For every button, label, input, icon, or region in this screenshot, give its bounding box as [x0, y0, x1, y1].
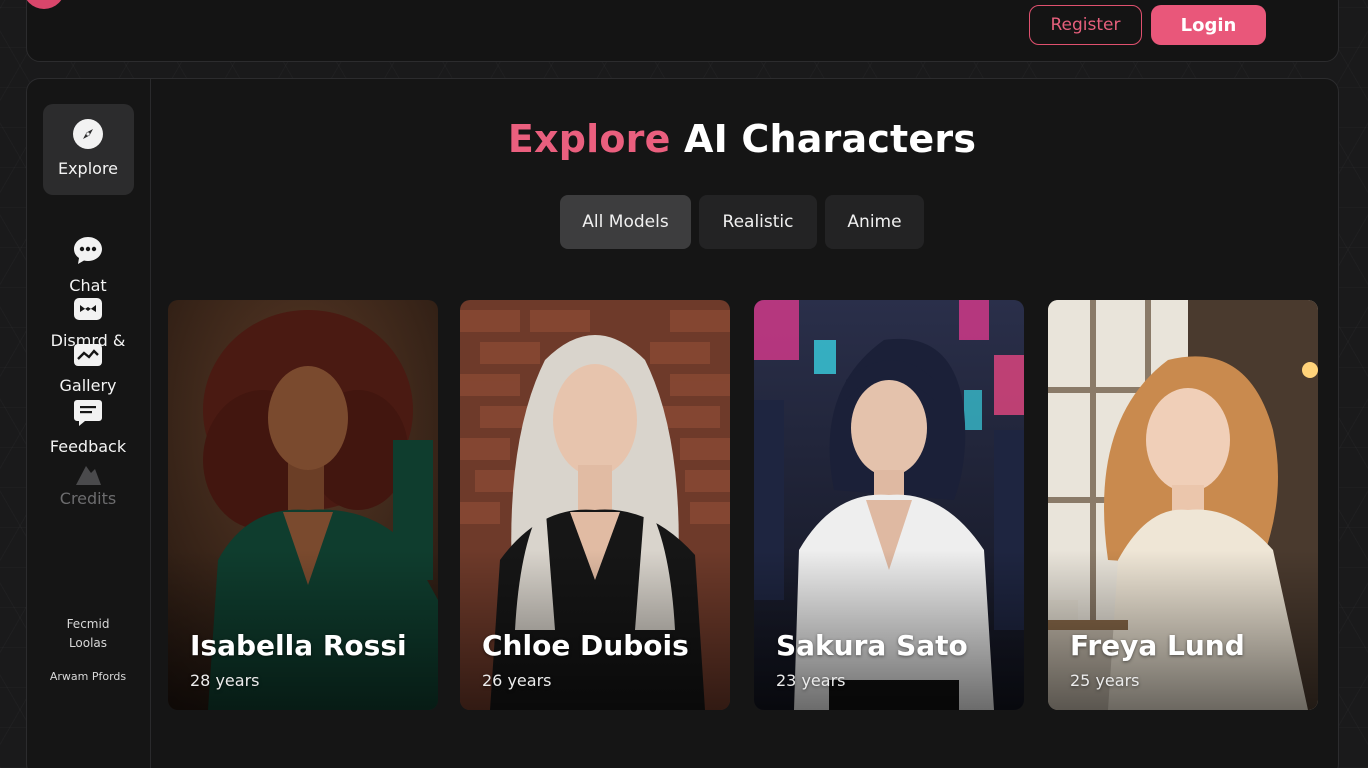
chat-bubble-icon	[72, 235, 104, 267]
tab-realistic[interactable]: Realistic	[699, 195, 817, 249]
sidebar-item-label: Explore	[57, 159, 119, 178]
character-age: 23 years	[776, 671, 846, 690]
tab-anime[interactable]: Anime	[825, 195, 924, 249]
sidebar-item-explore[interactable]: Explore	[43, 104, 134, 195]
footer-link[interactable]: Arwam Pfords	[27, 670, 149, 683]
character-age: 25 years	[1070, 671, 1140, 690]
character-name: Freya Lund	[1070, 629, 1245, 662]
sidebar: Explore Chat Dismrd & Gallery Feedback C…	[27, 79, 151, 768]
credits-icon	[72, 459, 104, 491]
character-name: Chloe Dubois	[482, 629, 689, 662]
sidebar-item-label: Feedback	[49, 437, 127, 456]
character-card[interactable]: Freya Lund 25 years	[1048, 300, 1318, 710]
footer-link[interactable]: Loolas	[27, 636, 149, 650]
top-header: Register Login	[23, 0, 1339, 62]
sidebar-item-label: Gallery	[59, 376, 117, 395]
page-title: Explore AI Characters	[177, 117, 1307, 161]
character-age: 26 years	[482, 671, 552, 690]
logo[interactable]	[23, 0, 65, 9]
register-button[interactable]: Register	[1029, 5, 1142, 45]
character-card[interactable]: Isabella Rossi 28 years	[168, 300, 438, 710]
character-name: Isabella Rossi	[190, 629, 407, 662]
footer-link[interactable]: Fecmid	[27, 617, 149, 631]
tab-all-models[interactable]: All Models	[560, 195, 691, 249]
main-panel: Explore Chat Dismrd & Gallery Feedback C…	[26, 78, 1339, 768]
character-name: Sakura Sato	[776, 629, 968, 662]
sidebar-item-label: Credits	[59, 489, 117, 508]
character-card[interactable]: Sakura Sato 23 years	[754, 300, 1024, 710]
compass-icon	[72, 118, 104, 150]
page-title-accent: Explore	[507, 117, 671, 161]
discord-icon	[72, 293, 104, 325]
page-title-rest: AI Characters	[683, 117, 977, 161]
login-button[interactable]: Login	[1151, 5, 1266, 45]
message-square-icon	[72, 397, 104, 429]
character-age: 28 years	[190, 671, 260, 690]
image-icon	[72, 339, 104, 371]
character-card[interactable]: Chloe Dubois 26 years	[460, 300, 730, 710]
